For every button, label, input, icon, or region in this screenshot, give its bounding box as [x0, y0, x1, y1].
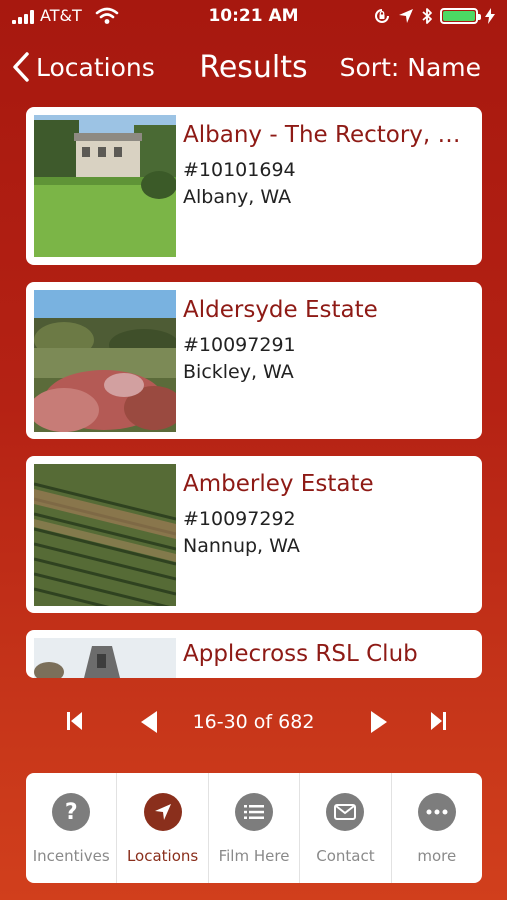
location-thumbnail: [34, 464, 176, 606]
tab-incentives[interactable]: ? Incentives: [26, 773, 118, 883]
location-region: Bickley, WA: [183, 361, 294, 383]
navigation-bar: Locations Results Sort: Name: [0, 40, 507, 96]
tab-contact[interactable]: Contact: [300, 773, 392, 883]
tab-locations[interactable]: Locations: [117, 773, 209, 883]
location-id: #10097292: [183, 508, 296, 530]
location-name: Amberley Estate: [183, 471, 374, 497]
location-region: Nannup, WA: [183, 535, 300, 557]
next-page-icon[interactable]: [370, 710, 388, 734]
location-services-icon: [399, 9, 413, 23]
pagination: 16-30 of 682: [0, 700, 507, 744]
tab-label: Contact: [316, 847, 375, 865]
tab-label: Film Here: [218, 847, 290, 865]
location-name: Aldersyde Estate: [183, 297, 378, 323]
location-arrow-icon: [143, 793, 182, 831]
charging-bolt-icon: [485, 8, 495, 24]
tab-film-here[interactable]: Film Here: [209, 773, 301, 883]
question-icon: ?: [52, 793, 91, 831]
battery-icon: [440, 8, 481, 24]
sort-button[interactable]: Sort: Name: [340, 53, 481, 82]
result-card[interactable]: Albany - The Rectory, S... #10101694 Alb…: [26, 107, 482, 265]
location-id: #10101694: [183, 159, 296, 181]
more-icon: [417, 793, 456, 831]
tab-label: Locations: [126, 847, 199, 865]
result-card[interactable]: Aldersyde Estate #10097291 Bickley, WA: [26, 282, 482, 439]
tab-label: Incentives: [32, 847, 110, 865]
location-region: Albany, WA: [183, 186, 292, 208]
last-page-icon[interactable]: [429, 710, 447, 732]
location-thumbnail: [34, 638, 176, 678]
location-thumbnail: [34, 115, 176, 257]
result-card[interactable]: Applecross RSL Club: [26, 630, 482, 678]
location-id: #10097291: [183, 334, 296, 356]
bluetooth-icon: [422, 8, 432, 24]
location-thumbnail: [34, 290, 176, 432]
result-card[interactable]: Amberley Estate #10097292 Nannup, WA: [26, 456, 482, 613]
location-name: Applecross RSL Club: [183, 641, 418, 667]
tab-more[interactable]: more: [392, 773, 482, 883]
tab-label: more: [417, 847, 457, 865]
list-icon: [235, 793, 274, 831]
status-bar: AT&T 10:21 AM: [0, 0, 507, 34]
location-name: Albany - The Rectory, S...: [183, 122, 474, 148]
mail-icon: [326, 793, 365, 831]
rotation-lock-icon: [375, 9, 389, 23]
tab-bar: ? Incentives Locations Film Here Contact: [26, 773, 482, 883]
